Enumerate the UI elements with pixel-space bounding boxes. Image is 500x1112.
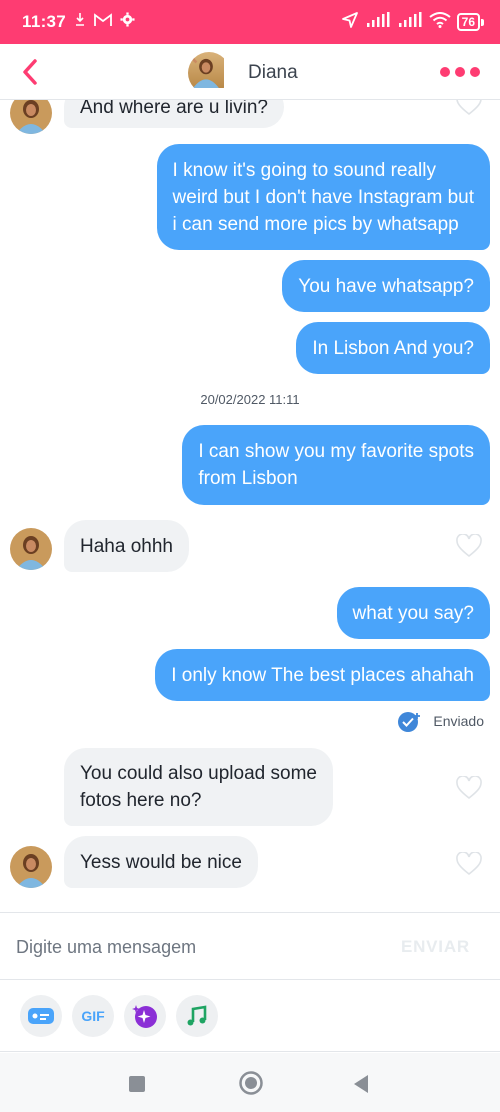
- timestamp: 20/02/2022 11:11: [200, 392, 300, 407]
- heart-icon[interactable]: [456, 534, 482, 558]
- message-input[interactable]: [16, 933, 356, 961]
- sent-message[interactable]: what you say?: [336, 587, 490, 639]
- sent-message[interactable]: You have whatsapp?: [282, 260, 490, 312]
- sent-message[interactable]: I can show you my favorite spots from Li…: [182, 425, 490, 505]
- recents-square-icon[interactable]: [128, 1075, 146, 1093]
- status-text: Enviado: [433, 713, 484, 729]
- battery-icon: 76: [456, 13, 484, 31]
- signal-icon: [397, 11, 423, 33]
- wifi-icon: [429, 11, 451, 33]
- received-message[interactable]: And where are u livin?: [64, 100, 284, 128]
- heart-icon[interactable]: [456, 852, 482, 876]
- contact-profile-link[interactable]: Diana: [188, 52, 298, 94]
- home-circle-icon[interactable]: [238, 1070, 264, 1096]
- message-text: what you say?: [352, 602, 474, 624]
- message-text: I know it's going to sound really weird …: [172, 159, 474, 235]
- avatar[interactable]: [188, 52, 230, 94]
- back-triangle-icon[interactable]: [352, 1074, 370, 1094]
- status-bar: 11:37 76: [0, 0, 500, 44]
- notification-icon: [74, 12, 86, 33]
- sent-check-icon: [398, 712, 421, 732]
- contact-name: Diana: [248, 62, 298, 83]
- contact-card-icon: [28, 1007, 54, 1024]
- signal-icon: [365, 11, 391, 33]
- message-text: I only know The best places ahahah: [171, 664, 474, 686]
- message-text: Haha ohhh: [80, 535, 173, 557]
- system-navigation-bar: [0, 1053, 500, 1112]
- contact-card-button[interactable]: [20, 994, 62, 1037]
- music-note-icon: [187, 1004, 207, 1025]
- received-message[interactable]: Haha ohhh: [64, 520, 189, 572]
- more-dots-icon: [440, 67, 450, 77]
- attachment-toolbar: GIF: [0, 980, 500, 1052]
- sent-message[interactable]: I know it's going to sound really weird …: [156, 144, 490, 250]
- back-chevron-icon: [23, 59, 37, 85]
- message-text: You could also upload some fotos here no…: [80, 763, 317, 811]
- message-text: Yess would be nice: [80, 851, 242, 873]
- received-message[interactable]: Yess would be nice: [64, 836, 258, 888]
- music-button[interactable]: [176, 994, 218, 1037]
- sticker-button[interactable]: [124, 994, 166, 1037]
- chat-header: Diana: [0, 44, 500, 100]
- gmail-icon: [94, 12, 112, 32]
- sparkle-sticker-icon: [132, 1004, 157, 1028]
- gif-icon: GIF: [81, 1007, 105, 1024]
- more-options-button[interactable]: [440, 58, 480, 86]
- received-message[interactable]: You could also upload some fotos here no…: [64, 748, 333, 826]
- avatar[interactable]: [10, 528, 52, 570]
- message-text: In Lisbon And you?: [312, 337, 474, 359]
- heart-icon[interactable]: [456, 776, 482, 800]
- back-button[interactable]: [14, 56, 46, 88]
- location-icon: [341, 11, 359, 34]
- send-button[interactable]: ENVIAR: [401, 937, 470, 957]
- gif-button[interactable]: GIF: [72, 994, 114, 1037]
- message-text: And where are u livin?: [80, 100, 268, 118]
- battery-level: 76: [456, 13, 480, 31]
- sent-message[interactable]: I only know The best places ahahah: [155, 649, 490, 701]
- settings-icon: [120, 12, 135, 32]
- message-text: You have whatsapp?: [298, 275, 474, 297]
- heart-icon[interactable]: [456, 100, 482, 116]
- message-text: I can show you my favorite spots from Li…: [198, 441, 474, 489]
- delivery-status: Enviado: [397, 710, 484, 732]
- status-time: 11:37: [22, 12, 67, 31]
- avatar[interactable]: [10, 100, 52, 134]
- message-composer: ENVIAR: [0, 912, 500, 980]
- avatar[interactable]: [10, 846, 52, 888]
- sent-message[interactable]: In Lisbon And you?: [296, 322, 490, 374]
- message-list[interactable]: And where are u livin? I know it's going…: [0, 100, 500, 912]
